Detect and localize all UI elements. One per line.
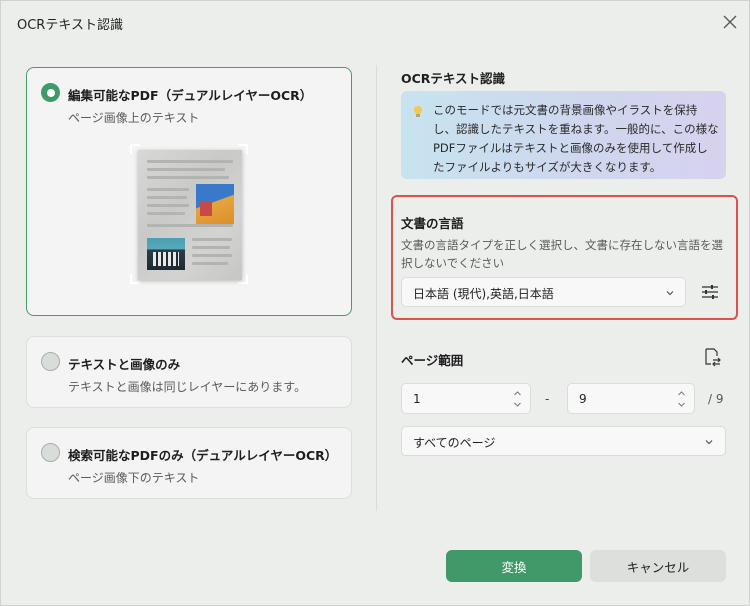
language-desc: 文書の言語タイプを正しく選択し、文書に存在しない言語を選択しないでください: [401, 238, 723, 270]
chevron-down-icon: [705, 440, 713, 445]
option-title: テキストと画像のみ: [68, 357, 181, 372]
page-from-value: 1: [413, 392, 421, 406]
range-dash: -: [545, 392, 550, 406]
page-range-title: ページ範囲: [401, 353, 464, 368]
close-button[interactable]: [719, 11, 741, 33]
page-scope-value: すべてのページ: [413, 436, 496, 450]
option-text-image-only[interactable]: テキストと画像のみ テキストと画像は同じレイヤーにあります。: [26, 336, 352, 408]
language-title: 文書の言語: [401, 216, 464, 231]
radio-searchable-pdf[interactable]: [41, 443, 60, 462]
lightbulb-icon: [414, 106, 422, 117]
document-preview: [130, 144, 248, 284]
document-thumbnail: [138, 150, 242, 280]
page-swap-button[interactable]: [701, 346, 723, 368]
option-desc: テキストと画像は同じレイヤーにあります。: [68, 380, 307, 394]
stepper-arrows-icon[interactable]: [677, 389, 686, 409]
page-from-stepper[interactable]: 1: [401, 383, 531, 414]
close-icon: [723, 15, 737, 29]
page-swap-icon: [705, 348, 721, 367]
info-text: このモードでは元文書の背景画像やイラストを保持し、認識したテキストを重ねます。一…: [433, 103, 719, 174]
ocr-section-title: OCRテキスト認識: [401, 71, 506, 86]
dialog-title: OCRテキスト認識: [17, 18, 123, 33]
vertical-divider: [376, 65, 377, 511]
thumbnail-image-building: [196, 184, 234, 224]
radio-editable-pdf[interactable]: [41, 83, 60, 102]
page-scope-select[interactable]: すべてのページ: [401, 426, 726, 456]
stepper-arrows-icon[interactable]: [513, 389, 522, 409]
option-editable-pdf[interactable]: 編集可能なPDF（デュアルレイヤーOCR） ページ画像上のテキスト: [26, 67, 352, 316]
radio-text-image-only[interactable]: [41, 352, 60, 371]
option-desc: ページ画像下のテキスト: [68, 471, 200, 485]
language-settings-button[interactable]: [699, 281, 721, 303]
info-box: このモードでは元文書の背景画像やイラストを保持し、認識したテキストを重ねます。一…: [401, 91, 726, 179]
page-total: / 9: [708, 392, 724, 406]
option-title: 編集可能なPDF（デュアルレイヤーOCR）: [68, 88, 313, 103]
ocr-dialog: OCRテキスト認識 編集可能なPDF（デュアルレイヤーOCR） ページ画像上のテ…: [0, 0, 750, 606]
page-to-value: 9: [579, 392, 587, 406]
chevron-down-icon: [666, 291, 674, 296]
option-desc: ページ画像上のテキスト: [68, 111, 200, 125]
page-to-stepper[interactable]: 9: [567, 383, 695, 414]
cancel-button[interactable]: キャンセル: [590, 550, 726, 582]
sliders-icon: [702, 285, 718, 299]
convert-button[interactable]: 変換: [446, 550, 582, 582]
language-select-value: 日本語 (現代),英語,日本語: [413, 287, 554, 301]
option-searchable-pdf[interactable]: 検索可能なPDFのみ（デュアルレイヤーOCR） ページ画像下のテキスト: [26, 427, 352, 499]
language-select[interactable]: 日本語 (現代),英語,日本語: [401, 277, 686, 307]
option-title: 検索可能なPDFのみ（デュアルレイヤーOCR）: [68, 448, 338, 463]
thumbnail-image-facade: [147, 238, 185, 270]
